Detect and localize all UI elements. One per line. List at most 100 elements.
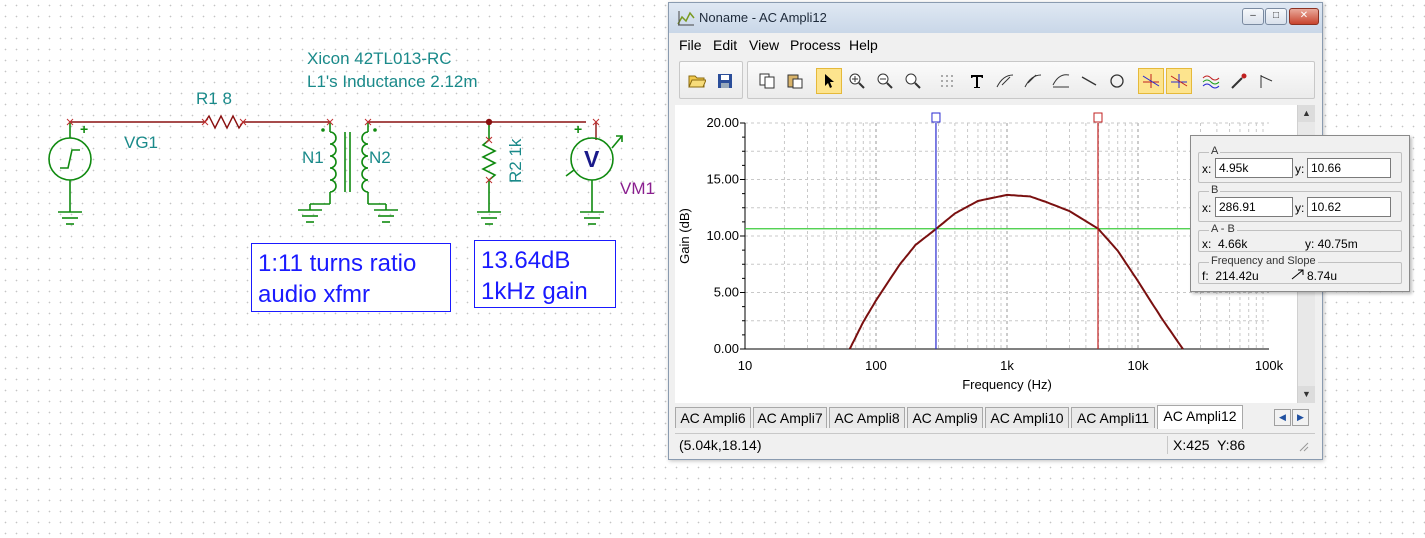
x-tick-label: 100k xyxy=(1255,358,1284,373)
flag-icon[interactable] xyxy=(1254,68,1280,94)
tab-ac-ampli11[interactable]: AC Ampli11 xyxy=(1071,407,1155,428)
cursor-b-group: B x: 286.91 y: 10.62 xyxy=(1198,184,1402,222)
cursor-b-x-label: x: xyxy=(1202,201,1212,215)
maximize-button[interactable]: □ xyxy=(1265,8,1287,25)
tab-scroll-right-icon[interactable]: ▶ xyxy=(1292,409,1309,426)
pointer-icon[interactable] xyxy=(816,68,842,94)
tab-ac-ampli6[interactable]: AC Ampli6 xyxy=(675,407,751,428)
note-turns-ratio[interactable]: 1:11 turns ratio audio xfmr xyxy=(251,243,451,312)
toolbar xyxy=(675,61,1315,101)
cursor-diff-group: A - B x: 4.66k y: 40.75m xyxy=(1198,223,1402,252)
marker-icon[interactable] xyxy=(1226,68,1252,94)
cursor-probe-icon[interactable] xyxy=(992,68,1018,94)
cursor-probe-2-icon[interactable] xyxy=(1020,68,1046,94)
n1-label: N1 xyxy=(302,148,324,167)
cursor-a-y-label: y: xyxy=(1295,162,1305,176)
y-axis-label: Gain (dB) xyxy=(677,208,692,264)
text-icon[interactable] xyxy=(964,68,990,94)
status-bar: (5.04k,18.14) X:425 Y:86 xyxy=(675,433,1315,456)
tab-ac-ampli9[interactable]: AC Ampli9 xyxy=(907,407,983,428)
xfmr-title: Xicon 42TL013-RC xyxy=(307,49,452,68)
r1-resistor xyxy=(204,114,244,130)
cursor-b-handle xyxy=(1093,112,1103,123)
close-button[interactable]: ✕ xyxy=(1289,8,1319,25)
cursor-diff-title: A - B xyxy=(1209,223,1237,235)
cursor-b-title: B xyxy=(1209,184,1221,196)
cursor-readout-panel[interactable]: A x: 4.95k y: 10.66 B x: 286.91 y: 10.62… xyxy=(1190,135,1410,292)
vm1-symbol: V xyxy=(584,146,600,172)
zoom-out-icon[interactable] xyxy=(872,68,898,94)
vg1-plus: + xyxy=(80,121,88,137)
save-icon[interactable] xyxy=(712,68,738,94)
open-icon[interactable] xyxy=(684,68,710,94)
grid-icon[interactable] xyxy=(934,68,960,94)
x-tick-label: 10k xyxy=(1128,358,1149,373)
gain-curve-series-0 xyxy=(848,193,1184,350)
cursor-a-y-field[interactable]: 10.66 xyxy=(1307,158,1391,178)
cursor-a-x-field[interactable]: 4.95k xyxy=(1215,158,1293,178)
tab-ac-ampli8[interactable]: AC Ampli8 xyxy=(829,407,905,428)
n2-label: N2 xyxy=(369,148,391,167)
freq-slope-title: Frequency and Slope xyxy=(1209,255,1318,267)
cursor-b-x-field[interactable]: 286.91 xyxy=(1215,197,1293,217)
x-tick-label: 100 xyxy=(865,358,887,373)
r2-resistor xyxy=(481,139,497,181)
freq-slope-group: Frequency and Slope f: 214.42u 8.74u xyxy=(1198,255,1402,284)
y-tick-label: 20.00 xyxy=(706,115,739,130)
n2-coil xyxy=(361,131,369,193)
vm1-plus: + xyxy=(574,121,582,137)
status-coords: (5.04k,18.14) xyxy=(679,437,762,453)
zoom-in-icon[interactable] xyxy=(844,68,870,94)
x-axis-label: Frequency (Hz) xyxy=(962,377,1052,392)
scroll-down-arrow[interactable]: ▼ xyxy=(1298,386,1315,403)
zoom-100-icon[interactable] xyxy=(900,68,926,94)
circle-icon[interactable] xyxy=(1104,68,1130,94)
window-title: Noname - AC Ampli12 xyxy=(699,10,827,25)
cursor-b-y-label: y: xyxy=(1295,201,1305,215)
vm1-label: VM1 xyxy=(620,179,655,198)
paste-icon[interactable] xyxy=(782,68,808,94)
line-icon[interactable] xyxy=(1076,68,1102,94)
menu-process[interactable]: Process xyxy=(790,37,841,53)
cursor-a-title: A xyxy=(1209,145,1221,157)
slope-value: 8.74u xyxy=(1307,269,1338,283)
tab-ac-ampli12[interactable]: AC Ampli12 xyxy=(1157,405,1243,429)
cursor-a-group: A x: 4.95k y: 10.66 xyxy=(1198,145,1402,183)
status-pixel: X:425 Y:86 xyxy=(1173,437,1246,453)
x-tick-label: 10 xyxy=(738,358,752,373)
menu-view[interactable]: View xyxy=(749,37,779,53)
r2-label: R2 1k xyxy=(506,138,525,183)
cursor-fx-icon[interactable] xyxy=(1048,68,1074,94)
y-tick-label: 5.00 xyxy=(714,285,739,300)
toolbar-file-group xyxy=(679,61,743,99)
menu-file[interactable]: File xyxy=(679,37,702,53)
menu-edit[interactable]: Edit xyxy=(713,37,737,53)
y-tick-label: 0.00 xyxy=(714,341,739,356)
status-divider xyxy=(1167,436,1168,454)
xfmr-inductance: L1's Inductance 2.12m xyxy=(307,72,478,91)
cursor-a-icon[interactable] xyxy=(1138,68,1164,94)
junction-dot xyxy=(485,118,493,126)
tab-ac-ampli7[interactable]: AC Ampli7 xyxy=(753,407,827,428)
y-tick-label: 10.00 xyxy=(706,228,739,243)
tab-scroll-left-icon[interactable]: ◀ xyxy=(1274,409,1291,426)
freq-value: f: 214.42u xyxy=(1202,269,1259,283)
title-bar[interactable]: Noname - AC Ampli12 – □ ✕ xyxy=(669,3,1322,33)
resize-grip-icon[interactable] xyxy=(1297,440,1309,452)
cursor-a-x-label: x: xyxy=(1202,162,1212,176)
vg1-label: VG1 xyxy=(124,133,158,152)
cursor-b-icon[interactable] xyxy=(1166,68,1192,94)
tab-ac-ampli10[interactable]: AC Ampli10 xyxy=(985,407,1069,428)
app-icon xyxy=(677,11,695,26)
menu-bar: File Edit View Process Help xyxy=(669,33,1322,57)
curves-icon[interactable] xyxy=(1198,68,1224,94)
note-gain[interactable]: 13.64dB 1kHz gain xyxy=(474,240,616,308)
minimize-button[interactable]: – xyxy=(1242,8,1264,25)
cursor-b-y-field[interactable]: 10.62 xyxy=(1307,197,1391,217)
cursor-a-handle xyxy=(931,112,941,123)
r1-label: R1 8 xyxy=(196,89,232,108)
copy-icon[interactable] xyxy=(754,68,780,94)
menu-help[interactable]: Help xyxy=(849,37,878,53)
cursor-diff-y: y: 40.75m xyxy=(1305,237,1358,251)
scroll-up-arrow[interactable]: ▲ xyxy=(1298,105,1315,122)
